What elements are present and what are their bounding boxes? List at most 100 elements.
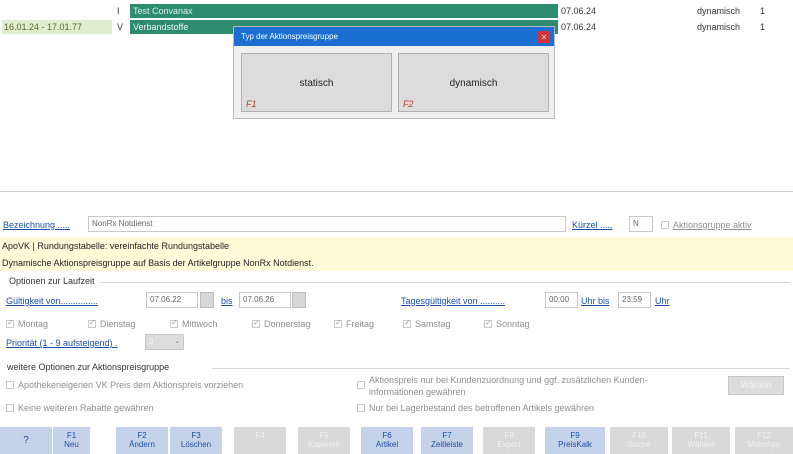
mittwoch-label: Mittwoch [182, 319, 218, 329]
opt-kundenzuordnung-checkbox[interactable] [357, 381, 365, 389]
f7-zeitleiste-button[interactable]: F7 Zeitleiste [421, 427, 473, 454]
table-row[interactable]: I Test Convanax 07.06.24 dynamisch 1 [0, 4, 793, 18]
sonntag-checkbox[interactable] [484, 318, 492, 328]
row-date [2, 4, 112, 18]
type-dialog: Typ der Aktionspreisgruppe × statisch F1… [233, 26, 555, 119]
aktiv-label: Aktionsgruppe aktiv [673, 220, 752, 230]
fkey-label: Ändern [129, 440, 155, 449]
fkey-code: F4 [255, 431, 265, 440]
fkey-label: Kopieren [307, 440, 341, 449]
close-icon[interactable]: × [538, 31, 550, 43]
fkey-label: MehrApo [747, 440, 781, 449]
kuerzel-label: Kürzel ..... [572, 220, 613, 230]
opt-kundenzuordnung-label: Aktionspreis nur bei Kundenzuordnung und… [369, 375, 648, 385]
freitag-label: Freitag [346, 319, 375, 329]
bezeichnung-label: Bezeichnung ..... [3, 220, 71, 230]
opt-apo-vk-checkbox[interactable] [6, 381, 14, 389]
dynamisch-label: dynamisch [449, 78, 498, 89]
f2-key-label: F2 [403, 99, 414, 109]
aktiv-checkbox[interactable] [661, 221, 669, 229]
f4-button[interactable]: F4 [234, 427, 286, 454]
divider [212, 368, 790, 369]
f5-kopieren-button[interactable]: F5 Kopieren [298, 427, 350, 454]
fkey-label: Artikel [375, 440, 399, 449]
from-date-input[interactable]: 07.06.22 [146, 292, 198, 308]
fkey-code: F12 [757, 431, 771, 440]
row-date2: 07.06.24 [561, 22, 597, 32]
fkey-label: Wählen [687, 440, 715, 449]
fkey-code: F8 [504, 431, 514, 440]
calendar-icon[interactable] [200, 292, 214, 308]
opt-apo-vk-label: Apothekeneigenen VK Preis dem Aktionspre… [18, 380, 244, 390]
calendar-icon[interactable] [292, 292, 306, 308]
tagesgueltigkeit-label: Tagesgültigkeit von .......... [401, 296, 506, 306]
fkey-code: F1 [66, 431, 77, 440]
fkey-code: F6 [382, 431, 392, 440]
to-date-input[interactable]: 07.06.26 [239, 292, 291, 308]
prioritaet-value: 9 [149, 337, 154, 346]
mittwoch-checkbox[interactable] [170, 318, 178, 328]
help-key: ? [23, 435, 29, 446]
weitere-title: weitere Optionen zur Aktionspreisgruppe [7, 362, 170, 372]
bezeichnung-input[interactable]: NonRx Notdienst [88, 216, 566, 232]
donnerstag-checkbox[interactable] [252, 318, 260, 328]
fkey-code: F11 [694, 431, 708, 440]
row-name: Test Convanax [130, 4, 558, 18]
montag-checkbox[interactable] [6, 318, 14, 328]
help-button[interactable]: ? [0, 427, 52, 454]
opt-lagerbestand-checkbox[interactable] [357, 404, 365, 412]
info-line-2: Dynamische Aktionspreisgruppe auf Basis … [2, 258, 314, 268]
f3-loeschen-button[interactable]: F3 Löschen [170, 427, 222, 454]
opt-keine-rabatte-label: Keine weiteren Rabatte gewähren [18, 403, 154, 413]
f2-aendern-button[interactable]: F2 Ändern [116, 427, 168, 454]
row-type: dynamisch [697, 22, 741, 32]
fkey-code: F2 [137, 431, 147, 440]
f12-mehrapo-button[interactable]: F12 MehrApo [735, 427, 793, 454]
row-type: dynamisch [697, 6, 741, 16]
fkey-label: Neu [64, 440, 79, 449]
row-flag: I [117, 6, 120, 16]
donnerstag-label: Donnerstag [264, 319, 311, 329]
samstag-checkbox[interactable] [403, 318, 411, 328]
dialog-title: Typ der Aktionspreisgruppe [234, 27, 554, 46]
opt-keine-rabatte-checkbox[interactable] [6, 404, 14, 412]
fkey-code: F10 [632, 431, 646, 440]
dienstag-checkbox[interactable] [88, 318, 96, 328]
from-time-input[interactable]: 00:00 [545, 292, 578, 308]
f11-waehlen-button[interactable]: F11 Wählen [672, 427, 730, 454]
fkey-label: PreisKalk [558, 440, 592, 449]
samstag-label: Samstag [415, 319, 451, 329]
dienstag-label: Dienstag [100, 319, 136, 329]
fkey-code: F9 [570, 431, 580, 440]
kuerzel-input[interactable]: N [629, 216, 653, 232]
fkey-label: Export [497, 440, 521, 449]
gueltigkeit-label: Gültigkeit von............... [6, 296, 99, 306]
f1-neu-button[interactable]: F1 Neu [53, 427, 90, 454]
dynamisch-button[interactable]: dynamisch F2 [398, 53, 549, 112]
prioritaet-select[interactable]: 9 ⌄ [145, 334, 184, 350]
divider [100, 282, 790, 283]
row-date2: 07.06.24 [561, 6, 597, 16]
chevron-down-icon: ⌄ [174, 338, 180, 345]
divider [0, 191, 793, 192]
fkey-code: F5 [319, 431, 329, 440]
row-date: 16.01.24 - 17.01.77 [2, 20, 112, 34]
prioritaet-label: Priorität (1 - 9 aufsteigend) . [6, 338, 118, 348]
statisch-button[interactable]: statisch F1 [241, 53, 392, 112]
waehlen-button[interactable]: Wählen [728, 376, 784, 395]
laufzeit-title: Optionen zur Laufzeit [9, 276, 95, 286]
f10-suche-button[interactable]: F10 Suche [610, 427, 668, 454]
row-num: 1 [760, 22, 766, 32]
opt-lagerbestand-label: Nur bei Lagerbestand des betroffenen Art… [369, 403, 594, 413]
info-box: ApoVK | Rundungstabelle: vereinfachte Ru… [0, 237, 793, 271]
fkey-code: F3 [191, 431, 201, 440]
row-flag: V [117, 22, 124, 32]
f8-export-button[interactable]: F8 Export [483, 427, 535, 454]
freitag-checkbox[interactable] [334, 318, 342, 328]
fkey-code: F7 [442, 431, 452, 440]
fkey-label: Suche [627, 440, 651, 449]
to-time-input[interactable]: 23:59 [618, 292, 651, 308]
bis-label: bis [221, 296, 233, 306]
f9-preiskalk-button[interactable]: F9 PreisKalk [545, 427, 605, 454]
f6-artikel-button[interactable]: F6 Artikel [361, 427, 413, 454]
